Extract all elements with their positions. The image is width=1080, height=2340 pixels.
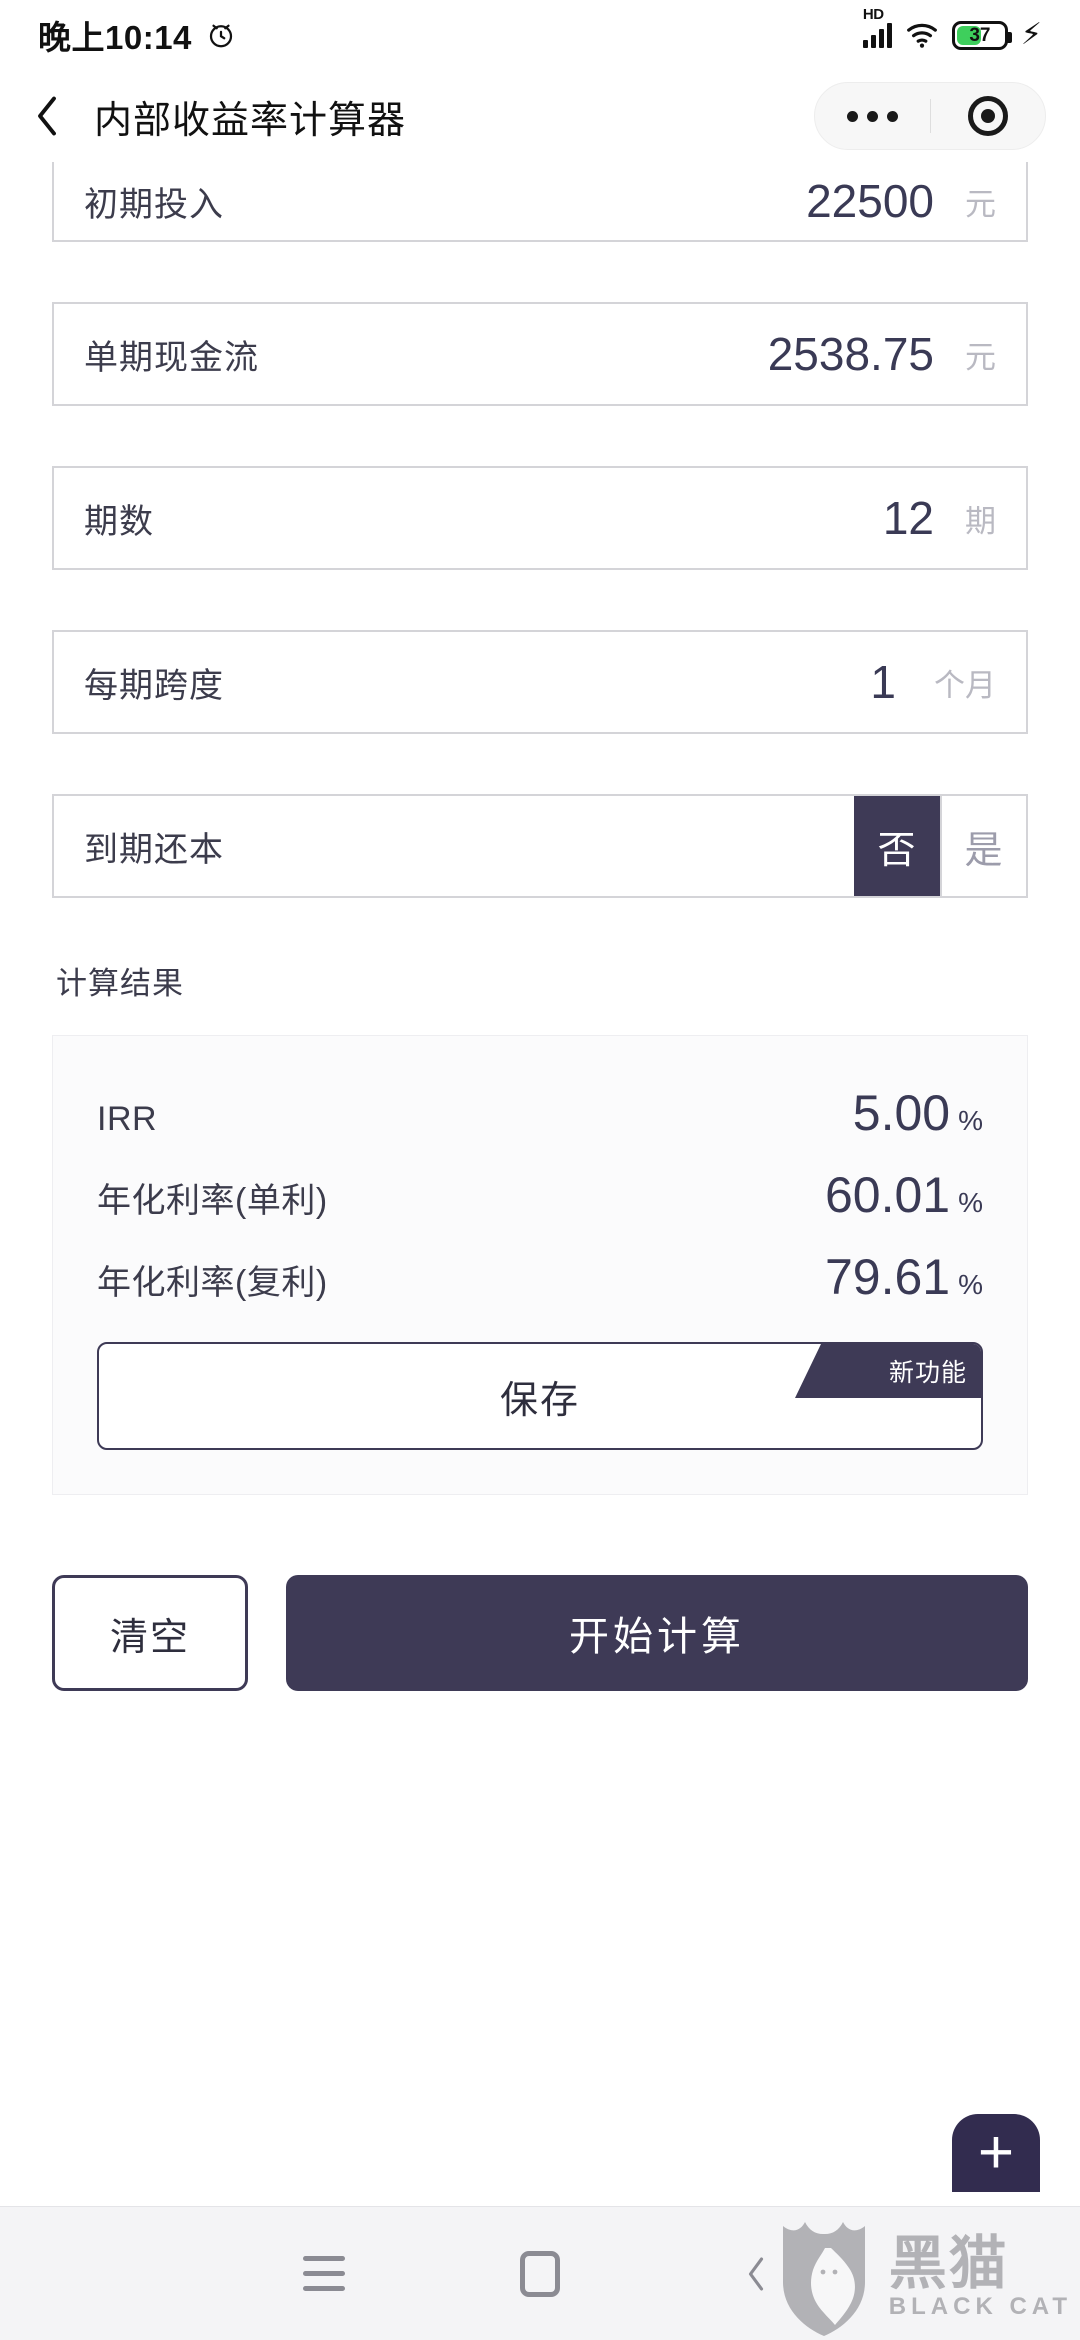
status-bar-clock: 晚上10:14 [38, 19, 192, 56]
result-unit: % [958, 1269, 983, 1300]
cellular-signal-icon: HD [862, 6, 892, 48]
back-chevron-icon[interactable] [34, 95, 60, 137]
segmented-control: 否 是 [854, 796, 1026, 896]
back-chevron-icon [748, 2257, 764, 2290]
app-nav-bar: 内部收益率计算器 [0, 70, 1080, 162]
watermark-name-en: BLACK CAT [888, 2293, 1072, 2320]
field-period-count[interactable]: 期数 12 期 [52, 466, 1028, 570]
result-row-annual-simple: 年化利率(单利) 60.01 % [97, 1166, 983, 1224]
save-button-wrapper: 保存 新功能 [97, 1342, 983, 1450]
black-cat-shield-icon [782, 2222, 865, 2336]
status-bar-left: 晚上10:14 [38, 11, 236, 59]
new-feature-badge: 新功能 [795, 1344, 981, 1398]
segment-option-no[interactable]: 否 [854, 796, 940, 896]
result-value: 79.61 [824, 1249, 951, 1305]
field-label: 期数 [84, 502, 154, 541]
battery-percent-label: 37 [969, 24, 991, 46]
clear-button[interactable]: 清空 [52, 1575, 248, 1691]
field-value[interactable]: 2538.75 [768, 327, 934, 381]
field-repay-principal-at-maturity: 到期还本 否 是 [52, 794, 1028, 898]
field-value[interactable]: 1 [870, 655, 896, 709]
wifi-icon [907, 23, 937, 48]
form-scroll-area: 初期投入 22500 元 单期现金流 2538.75 元 期数 12 期 每期跨… [0, 162, 1080, 1495]
field-label: 到期还本 [84, 830, 224, 869]
field-value[interactable]: 22500 [806, 174, 934, 228]
field-unit: 期 [965, 503, 996, 539]
add-fab-button[interactable]: + [952, 2114, 1040, 2192]
result-label: IRR [97, 1100, 158, 1138]
watermark-name-cn: 黑猫 [888, 2231, 1009, 2296]
field-label: 单期现金流 [84, 338, 259, 377]
field-label: 初期投入 [84, 185, 224, 224]
watermark-text: 黑猫 BLACK CAT [889, 2235, 1072, 2321]
plus-icon: + [977, 2118, 1015, 2187]
lightning-bolt-icon: ⚡ [1020, 18, 1042, 51]
black-cat-watermark: 黑猫 BLACK CAT [779, 2220, 1072, 2336]
network-type-label: HD [862, 6, 884, 23]
results-card: IRR 5.00 % 年化利率(单利) 60.01 % 年化利率(复利) 79.… [52, 1035, 1028, 1495]
result-label: 年化利率(复利) [97, 1264, 328, 1302]
result-unit: % [958, 1105, 983, 1136]
segment-option-yes[interactable]: 是 [940, 796, 1026, 896]
miniprogram-capsule [814, 82, 1046, 150]
nav-left-group: 内部收益率计算器 [34, 89, 406, 144]
field-value[interactable]: 12 [883, 491, 934, 545]
result-row-irr: IRR 5.00 % [97, 1084, 983, 1142]
field-period-span[interactable]: 每期跨度 1 个月 [52, 630, 1028, 734]
battery-indicator: 37 [951, 20, 1012, 50]
result-value: 5.00 [852, 1085, 951, 1141]
field-initial-investment[interactable]: 初期投入 22500 元 [52, 162, 1028, 242]
field-unit: 元 [965, 339, 996, 375]
field-unit: 元 [965, 186, 996, 222]
action-button-row: 清空 开始计算 [0, 1575, 1080, 1691]
status-bar: 晚上10:14 HD 37 ⚡ [0, 0, 1080, 70]
target-circle-icon[interactable] [931, 83, 1046, 149]
result-row-annual-compound: 年化利率(复利) 79.61 % [97, 1248, 983, 1306]
recents-menu-icon [303, 2256, 345, 2291]
save-button[interactable]: 保存 新功能 [97, 1342, 983, 1450]
alarm-clock-icon [209, 24, 233, 48]
android-home-button[interactable] [432, 2250, 648, 2297]
results-section-title: 计算结果 [56, 966, 184, 1001]
field-label: 每期跨度 [84, 666, 224, 705]
field-unit: 个月 [934, 667, 996, 703]
page-title: 内部收益率计算器 [94, 99, 407, 142]
save-button-label: 保存 [499, 1379, 580, 1422]
more-dots-icon[interactable] [815, 83, 930, 149]
result-unit: % [958, 1187, 983, 1218]
result-label: 年化利率(单利) [97, 1182, 328, 1220]
home-square-icon [520, 2250, 560, 2297]
calculate-button[interactable]: 开始计算 [286, 1575, 1028, 1691]
field-periodic-cashflow[interactable]: 单期现金流 2538.75 元 [52, 302, 1028, 406]
android-recents-button[interactable] [216, 2256, 432, 2291]
result-value: 60.01 [824, 1167, 951, 1223]
status-bar-right: HD 37 ⚡ [862, 6, 1042, 51]
